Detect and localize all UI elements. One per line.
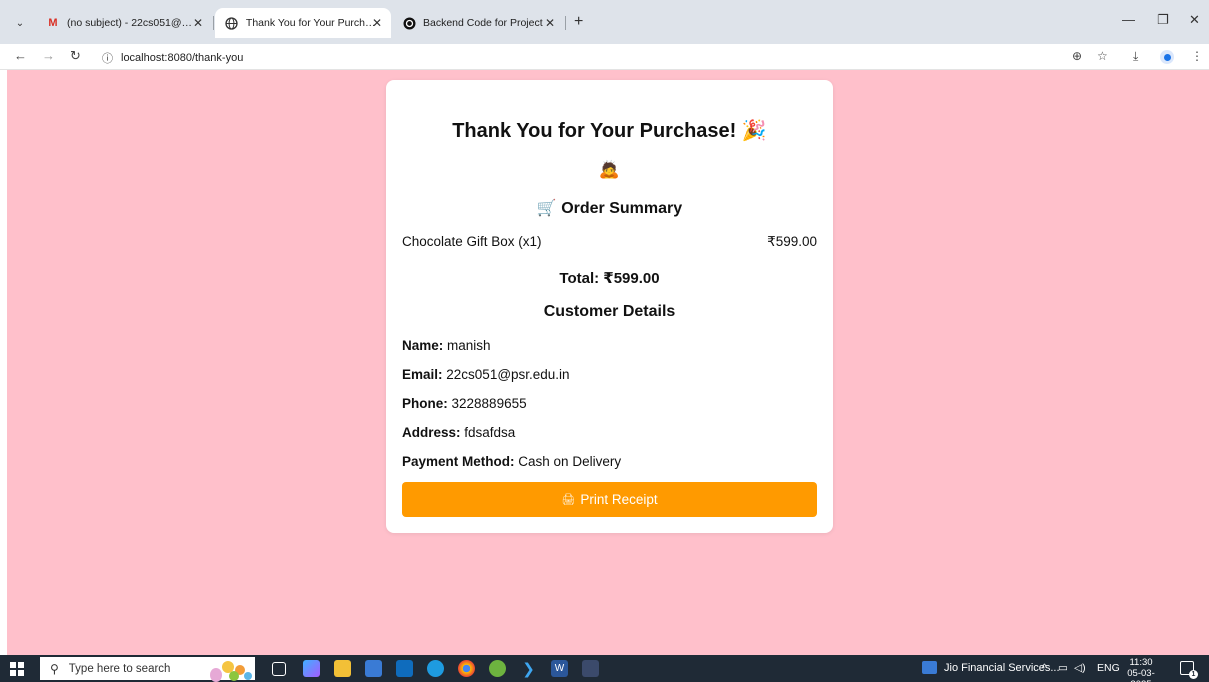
- back-arrow-icon[interactable]: ←: [14, 48, 27, 63]
- minimize-icon[interactable]: —: [1122, 12, 1135, 27]
- tab-title: Backend Code for Project: [423, 17, 543, 29]
- mysql-workbench-icon[interactable]: [582, 660, 599, 677]
- tab-backend-code[interactable]: Backend Code for Project ✕: [392, 8, 564, 38]
- microsoft-store-icon[interactable]: [365, 660, 382, 677]
- language-indicator[interactable]: ENG: [1097, 662, 1120, 674]
- print-receipt-label: Print Receipt: [580, 492, 658, 507]
- copilot-icon[interactable]: [303, 660, 320, 677]
- tab-search-chevron-icon[interactable]: ⌄: [9, 13, 31, 33]
- file-explorer-icon[interactable]: [334, 660, 351, 677]
- payment-label: Payment Method:: [402, 454, 515, 469]
- windows-start-icon[interactable]: [10, 662, 24, 676]
- tab-divider: [213, 16, 214, 30]
- close-icon[interactable]: ✕: [372, 16, 382, 30]
- close-icon[interactable]: ✕: [545, 16, 555, 30]
- item-price: ₹599.00: [767, 234, 817, 249]
- news-badge-icon: [922, 661, 937, 674]
- tab-thank-you[interactable]: Thank You for Your Purchase ✕: [215, 8, 391, 38]
- site-info-icon[interactable]: ⓘ: [102, 50, 113, 66]
- clock-time: 11:30: [1129, 657, 1153, 668]
- system-clock[interactable]: 11:30 05-03-2025: [1123, 657, 1159, 682]
- receipt-card: Thank You for Your Purchase! 🎉 🙇 🛒 Order…: [386, 80, 833, 533]
- customer-name: Name: manish: [402, 338, 491, 353]
- person-bowing-icon: 🙇: [598, 160, 621, 179]
- payment-method: Payment Method: Cash on Delivery: [402, 454, 621, 469]
- name-label: Name:: [402, 338, 444, 353]
- order-item-row: Chocolate Gift Box (x1) ₹599.00: [402, 234, 817, 250]
- customer-phone: Phone: 3228889655: [402, 396, 527, 411]
- tab-title: (no subject) - 22cs051@psr.edu: [67, 17, 197, 29]
- email-value: 22cs051@psr.edu.in: [446, 367, 570, 382]
- task-view-icon[interactable]: [272, 662, 286, 676]
- menu-kebab-icon[interactable]: ⋮: [1191, 49, 1203, 63]
- search-icon: ⚲: [50, 661, 59, 676]
- address-value: fdsafdsa: [464, 425, 516, 440]
- url-text: localhost:8080/thank-you: [121, 52, 244, 64]
- network-icon[interactable]: ▭: [1058, 662, 1068, 674]
- phone-label: Phone:: [402, 396, 448, 411]
- forward-arrow-icon[interactable]: →: [42, 48, 55, 63]
- close-icon[interactable]: ✕: [193, 16, 203, 30]
- item-name: Chocolate Gift Box (x1): [402, 234, 542, 249]
- profile-avatar-icon[interactable]: [1160, 50, 1174, 64]
- phone-value: 3228889655: [451, 396, 527, 411]
- customer-email: Email: 22cs051@psr.edu.in: [402, 367, 570, 382]
- tab-title: Thank You for Your Purchase: [245, 17, 381, 29]
- chevron-up-icon[interactable]: ^: [1042, 662, 1047, 674]
- customer-details-heading: Customer Details: [543, 303, 676, 320]
- chrome-icon[interactable]: [458, 660, 475, 677]
- gmail-icon: M: [48, 17, 58, 29]
- customer-address: Address: fdsafdsa: [402, 425, 515, 440]
- word-icon[interactable]: W: [551, 660, 568, 677]
- globe-icon: [225, 16, 239, 30]
- spring-tool-suite-icon[interactable]: [489, 660, 506, 677]
- new-tab-plus-icon[interactable]: +: [574, 13, 583, 31]
- reload-icon[interactable]: ↻: [70, 48, 81, 64]
- print-receipt-button[interactable]: 🖨 Print Receipt: [402, 482, 817, 517]
- name-value: manish: [447, 338, 491, 353]
- restore-icon[interactable]: ❐: [1157, 12, 1169, 28]
- order-summary-heading: 🛒 Order Summary: [536, 200, 683, 217]
- browser-tabstrip: ⌄ M (no subject) - 22cs051@psr.edu ✕ Tha…: [0, 0, 1209, 44]
- thank-you-heading: Thank You for Your Purchase!: [452, 120, 737, 142]
- tab-divider: [565, 16, 566, 30]
- email-label: Email:: [402, 367, 443, 382]
- address-label: Address:: [402, 425, 461, 440]
- edge-browser-icon[interactable]: [427, 660, 444, 677]
- window-close-icon[interactable]: ✕: [1189, 12, 1200, 28]
- page-viewport: Thank You for Your Purchase! 🎉 🙇 🛒 Order…: [7, 70, 1209, 655]
- vscode-icon[interactable]: ❯: [520, 660, 537, 678]
- party-popper-icon: 🎉: [741, 120, 767, 142]
- search-placeholder: Type here to search: [68, 662, 171, 675]
- windows-taskbar: ⚲ Type here to search ❯ W Jio Financial …: [0, 655, 1209, 682]
- tab-gmail[interactable]: M (no subject) - 22cs051@psr.edu ✕: [36, 8, 212, 38]
- outlook-icon[interactable]: [396, 660, 413, 677]
- printer-icon: 🖨: [561, 494, 576, 506]
- chatgpt-icon: [402, 16, 416, 30]
- bookmark-star-icon[interactable]: ☆: [1097, 49, 1108, 63]
- clock-date: 05-03-2025: [1127, 668, 1155, 682]
- news-widget[interactable]: Jio Financial Services...: [922, 661, 1060, 674]
- browser-toolbar: ← → ↻ ⓘ localhost:8080/thank-you ⊕ ☆ ⤓ ⋮: [0, 44, 1209, 70]
- download-icon[interactable]: ⤓: [1133, 49, 1138, 64]
- zoom-icon[interactable]: ⊕: [1072, 49, 1082, 63]
- notification-center-icon[interactable]: 1: [1180, 661, 1198, 679]
- notification-count: 1: [1189, 670, 1198, 679]
- address-bar[interactable]: ⓘ localhost:8080/thank-you: [102, 48, 1052, 68]
- order-total: Total: ₹599.00: [559, 270, 660, 287]
- flowers-search-highlight-icon[interactable]: [206, 655, 254, 682]
- payment-value: Cash on Delivery: [518, 454, 622, 469]
- volume-icon[interactable]: ◁): [1074, 662, 1086, 674]
- page-title: Thank You for Your Purchase! 🎉: [386, 118, 833, 143]
